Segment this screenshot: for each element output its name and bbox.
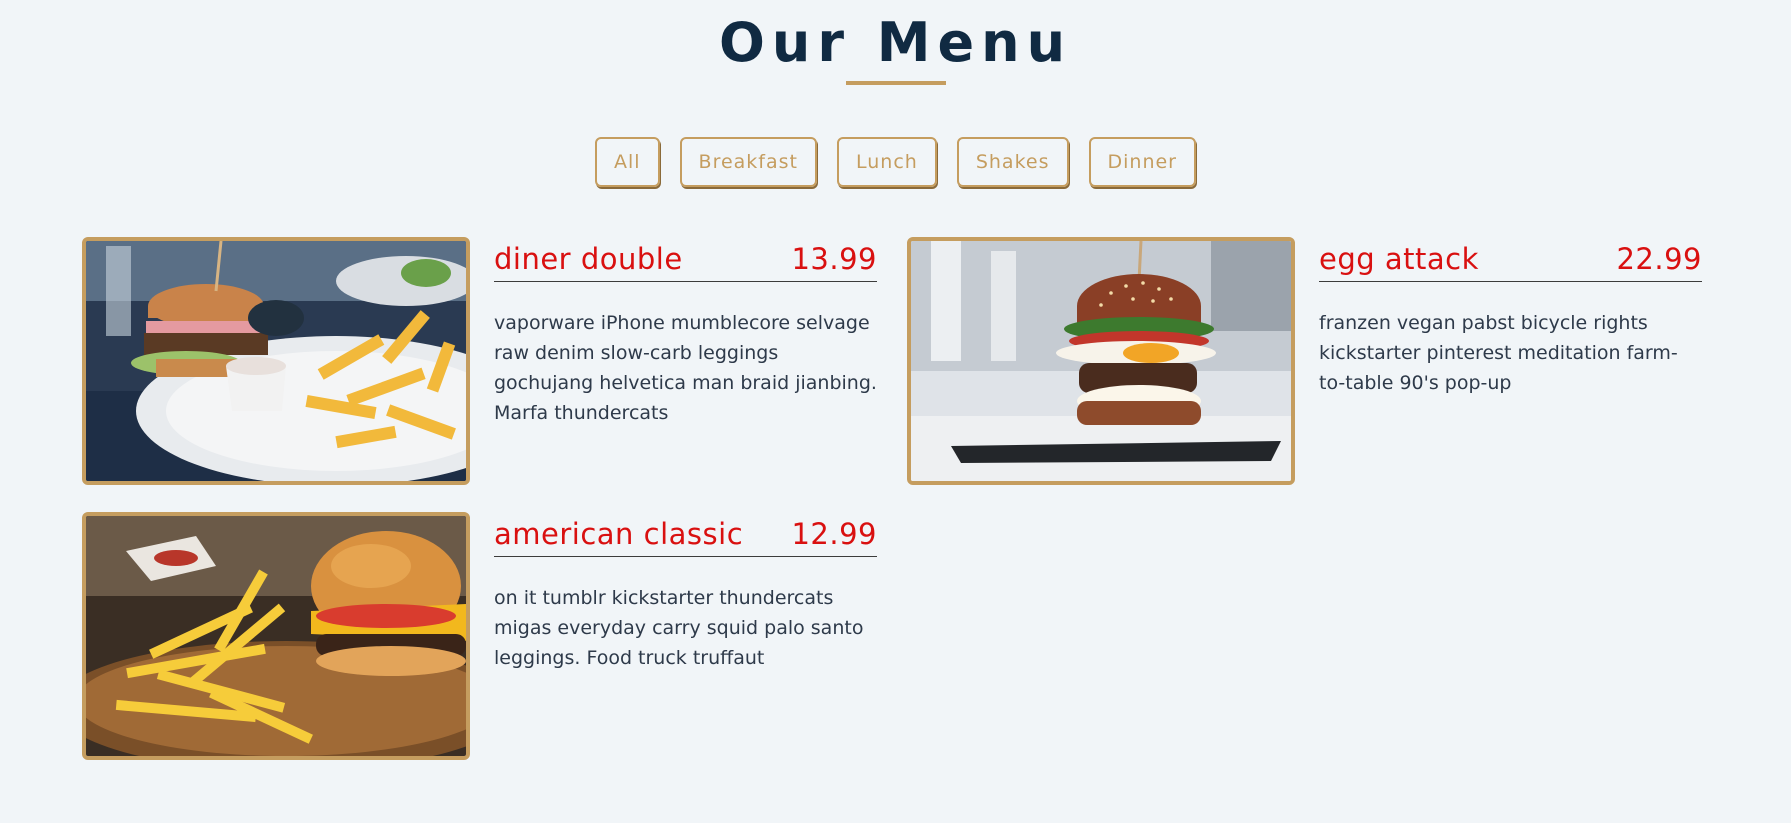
item-header: egg attack 22.99 bbox=[1319, 237, 1702, 282]
filter-all-button[interactable]: All bbox=[594, 137, 660, 187]
item-header: american classic 12.99 bbox=[494, 512, 877, 557]
item-price: 12.99 bbox=[791, 517, 877, 551]
filter-lunch-button[interactable]: Lunch bbox=[837, 137, 937, 187]
item-name: egg attack bbox=[1319, 242, 1479, 276]
item-name: diner double bbox=[494, 242, 683, 276]
filter-dinner-button[interactable]: Dinner bbox=[1088, 137, 1196, 187]
menu-item: egg attack 22.99 franzen vegan pabst bic… bbox=[907, 237, 1705, 487]
burger-and-fries-plate-photo bbox=[82, 237, 470, 485]
menu-item: american classic 12.99 on it tumblr kick… bbox=[82, 512, 880, 762]
item-description: on it tumblr kickstarter thundercats mig… bbox=[494, 587, 864, 669]
title-underline bbox=[845, 81, 946, 85]
menu-item: diner double 13.99 vaporware iPhone mumb… bbox=[82, 237, 880, 487]
item-description: vaporware iPhone mumblecore selvage raw … bbox=[494, 312, 877, 424]
egg-burger-photo bbox=[907, 237, 1295, 485]
page-header: Our Menu bbox=[0, 0, 1791, 85]
filter-bar: All Breakfast Lunch Shakes Dinner bbox=[0, 137, 1791, 187]
item-name: american classic bbox=[494, 517, 744, 551]
item-header: diner double 13.99 bbox=[494, 237, 877, 282]
item-price: 22.99 bbox=[1616, 242, 1702, 276]
filter-breakfast-button[interactable]: Breakfast bbox=[679, 137, 817, 187]
item-price: 13.99 bbox=[791, 242, 877, 276]
filter-shakes-button[interactable]: Shakes bbox=[956, 137, 1069, 187]
cheeseburger-and-fries-board-photo bbox=[82, 512, 470, 760]
page-title: Our Menu bbox=[718, 11, 1073, 74]
item-description: franzen vegan pabst bicycle rights kicks… bbox=[1319, 312, 1678, 394]
